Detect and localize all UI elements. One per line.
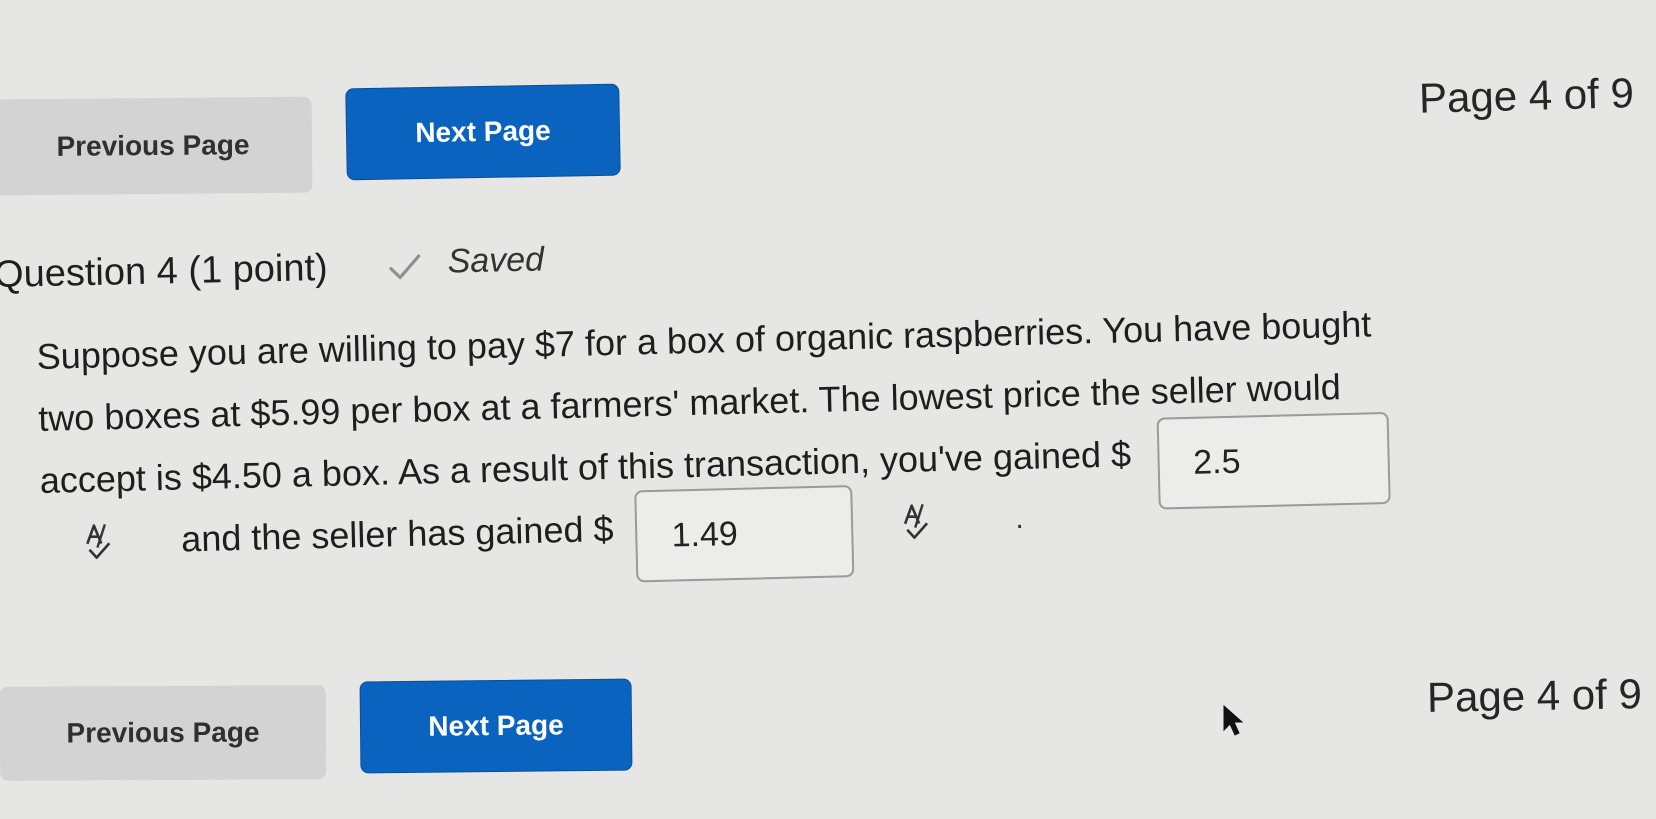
question-text: and the seller has gained $ xyxy=(180,507,614,560)
spell-check-icon[interactable] xyxy=(901,501,940,542)
mouse-cursor-icon xyxy=(1223,704,1244,736)
top-navigation: Previous Page Next Page Page 4 of 9 xyxy=(0,69,1656,196)
saved-status: Saved xyxy=(387,240,544,282)
saved-label: Saved xyxy=(447,240,545,281)
previous-page-button[interactable]: Previous Page xyxy=(0,96,313,196)
check-icon xyxy=(389,254,421,279)
sentence-period: . xyxy=(1014,501,1025,536)
next-page-button[interactable]: Next Page xyxy=(359,678,633,774)
question-header: Question 4 (1 point) Saved xyxy=(0,240,545,296)
page-indicator: Page 4 of 9 xyxy=(1426,670,1643,721)
buyer-gain-input[interactable] xyxy=(1156,411,1391,510)
spell-check-icon[interactable] xyxy=(83,521,122,562)
seller-gain-input[interactable] xyxy=(634,485,855,583)
bottom-navigation: Previous Page Next Page Page 4 of 9 xyxy=(0,670,1656,781)
previous-page-button[interactable]: Previous Page xyxy=(0,685,327,781)
page-indicator: Page 4 of 9 xyxy=(1418,69,1635,122)
question-title: Question 4 (1 point) xyxy=(0,246,329,296)
question-body: Suppose you are willing to pay $7 for a … xyxy=(36,287,1642,583)
next-page-button[interactable]: Next Page xyxy=(345,83,621,181)
